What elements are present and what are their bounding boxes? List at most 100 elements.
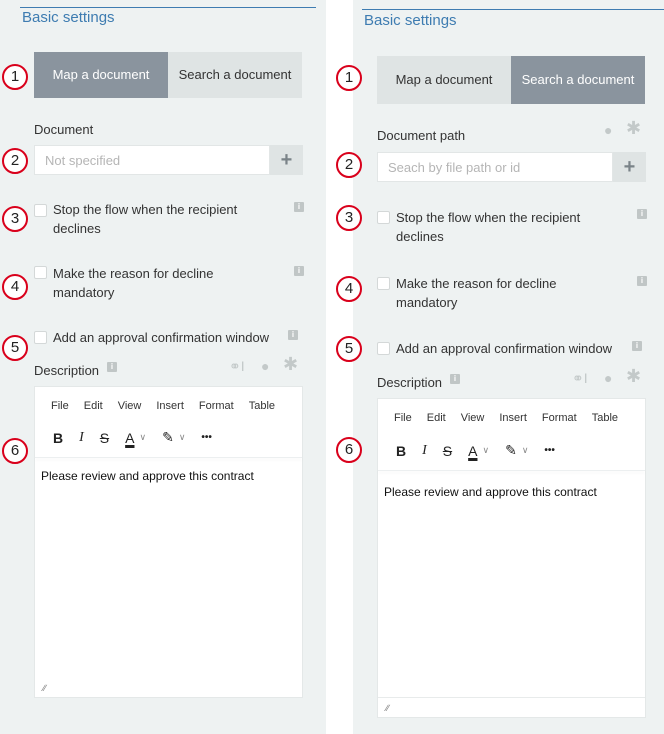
strikethrough-button[interactable]: S xyxy=(443,443,452,459)
step-marker-1: 1 xyxy=(2,64,28,90)
bold-button[interactable]: B xyxy=(396,443,406,459)
section-title: Basic settings xyxy=(364,12,457,29)
description-editor[interactable]: File Edit View Insert Format Table B I S… xyxy=(377,398,646,718)
confirmation-window-label: Add an approval confirmation window xyxy=(396,341,613,356)
resize-handle-icon[interactable]: ∕∕ xyxy=(43,683,46,693)
info-icon[interactable]: i xyxy=(107,362,117,372)
highlighter-icon: ✎ xyxy=(505,442,517,458)
plus-icon: + xyxy=(623,155,636,178)
text-color-icon: A xyxy=(125,429,135,446)
toolbar-divider xyxy=(35,457,302,458)
strikethrough-button[interactable]: S xyxy=(100,430,109,446)
step-marker-2: 2 xyxy=(336,152,362,178)
menu-format[interactable]: Format xyxy=(542,412,577,424)
document-input[interactable]: Not specified xyxy=(34,145,270,175)
add-document-button[interactable]: + xyxy=(613,152,646,182)
menu-format[interactable]: Format xyxy=(199,400,234,412)
chevron-down-icon: ∨ xyxy=(521,445,529,455)
step-marker-6: 6 xyxy=(336,437,362,463)
search-document-tab[interactable]: Search a document xyxy=(511,56,645,104)
asterisk-icon: ✱ xyxy=(626,366,642,386)
info-icon[interactable]: i xyxy=(637,276,647,286)
step-marker-1: 1 xyxy=(336,65,362,91)
stop-flow-checkbox[interactable] xyxy=(377,211,390,224)
confirmation-window-checkbox[interactable] xyxy=(34,331,47,344)
editor-menubar: File Edit View Insert Format Table xyxy=(51,400,290,412)
highlighter-icon: ✎ xyxy=(162,429,174,445)
menu-insert[interactable]: Insert xyxy=(156,400,184,412)
step-marker-3: 3 xyxy=(2,206,28,232)
description-label: Description xyxy=(377,375,443,390)
highlight-button[interactable]: ✎ ∨ xyxy=(505,442,528,459)
document-path-label: Document path xyxy=(377,128,466,143)
menu-file[interactable]: File xyxy=(394,412,412,424)
text-color-icon: A xyxy=(468,442,478,459)
menu-file[interactable]: File xyxy=(51,400,69,412)
panel-gap xyxy=(326,0,353,734)
menu-view[interactable]: View xyxy=(461,412,485,424)
map-document-tab[interactable]: Map a document xyxy=(34,52,168,98)
confirmation-window-checkbox[interactable] xyxy=(377,342,390,355)
menu-insert[interactable]: Insert xyxy=(499,412,527,424)
resize-handle-icon[interactable]: ∕∕ xyxy=(386,703,389,713)
editor-menubar: File Edit View Insert Format Table xyxy=(394,412,633,424)
document-label: Document xyxy=(34,122,94,137)
italic-button[interactable]: I xyxy=(422,443,427,459)
more-options-button[interactable]: ••• xyxy=(201,432,212,443)
description-label: Description xyxy=(34,363,100,378)
text-color-button[interactable]: A ∨ xyxy=(125,430,146,446)
user-icon[interactable]: ● xyxy=(261,359,269,373)
info-icon[interactable]: i xyxy=(632,341,642,351)
info-icon[interactable]: i xyxy=(294,266,304,276)
decline-reason-checkbox[interactable] xyxy=(34,266,47,279)
bold-button[interactable]: B xyxy=(53,430,63,446)
settings-panel-right: Basic settings Map a document Search a d… xyxy=(353,0,664,734)
stop-flow-label: Stop the flow when the recipient decline… xyxy=(396,210,581,244)
map-document-tab[interactable]: Map a document xyxy=(377,56,511,104)
info-icon[interactable]: i xyxy=(450,374,460,384)
description-editor[interactable]: File Edit View Insert Format Table B I S… xyxy=(34,386,303,698)
search-document-tab[interactable]: Search a document xyxy=(168,52,302,98)
step-marker-6: 6 xyxy=(2,438,28,464)
link-icon[interactable]: ⚭I xyxy=(572,371,588,385)
document-path-input[interactable]: Seach by file path or id xyxy=(377,152,613,182)
title-rule xyxy=(20,7,316,8)
decline-reason-label: Make the reason for decline mandatory xyxy=(396,276,557,310)
info-icon[interactable]: i xyxy=(294,202,304,212)
highlight-button[interactable]: ✎ ∨ xyxy=(162,429,185,446)
user-icon[interactable]: ● xyxy=(604,123,612,137)
decline-reason-checkbox[interactable] xyxy=(377,277,390,290)
stop-flow-label: Stop the flow when the recipient decline… xyxy=(53,202,238,236)
italic-button[interactable]: I xyxy=(79,430,84,446)
decline-reason-label: Make the reason for decline mandatory xyxy=(53,266,214,300)
title-rule xyxy=(362,9,664,10)
info-icon[interactable]: i xyxy=(637,209,647,219)
step-marker-5: 5 xyxy=(2,335,28,361)
link-icon[interactable]: ⚭I xyxy=(229,359,245,373)
asterisk-icon: ✱ xyxy=(283,354,299,374)
more-options-button[interactable]: ••• xyxy=(544,445,555,456)
menu-table[interactable]: Table xyxy=(249,400,275,412)
editor-statusbar xyxy=(378,697,645,698)
stop-flow-checkbox[interactable] xyxy=(34,204,47,217)
section-title: Basic settings xyxy=(22,9,115,26)
editor-content[interactable]: Please review and approve this contract xyxy=(384,485,597,499)
user-icon[interactable]: ● xyxy=(604,371,612,385)
menu-table[interactable]: Table xyxy=(592,412,618,424)
text-color-button[interactable]: A ∨ xyxy=(468,443,489,459)
menu-edit[interactable]: Edit xyxy=(427,412,446,424)
editor-toolbar: B I S A ∨ ✎ ∨ ••• xyxy=(53,429,228,446)
chevron-down-icon: ∨ xyxy=(178,432,186,442)
chevron-down-icon: ∨ xyxy=(482,445,490,455)
editor-toolbar: B I S A ∨ ✎ ∨ ••• xyxy=(396,442,571,459)
step-marker-3: 3 xyxy=(336,205,362,231)
info-icon[interactable]: i xyxy=(288,330,298,340)
asterisk-icon: ✱ xyxy=(626,118,642,138)
step-marker-2: 2 xyxy=(2,148,28,174)
settings-panel-left: Basic settings Map a document Search a d… xyxy=(0,0,326,734)
editor-content[interactable]: Please review and approve this contract xyxy=(41,469,254,483)
menu-edit[interactable]: Edit xyxy=(84,400,103,412)
menu-view[interactable]: View xyxy=(118,400,142,412)
confirmation-window-label: Add an approval confirmation window xyxy=(53,330,270,345)
add-document-button[interactable]: + xyxy=(270,145,303,175)
